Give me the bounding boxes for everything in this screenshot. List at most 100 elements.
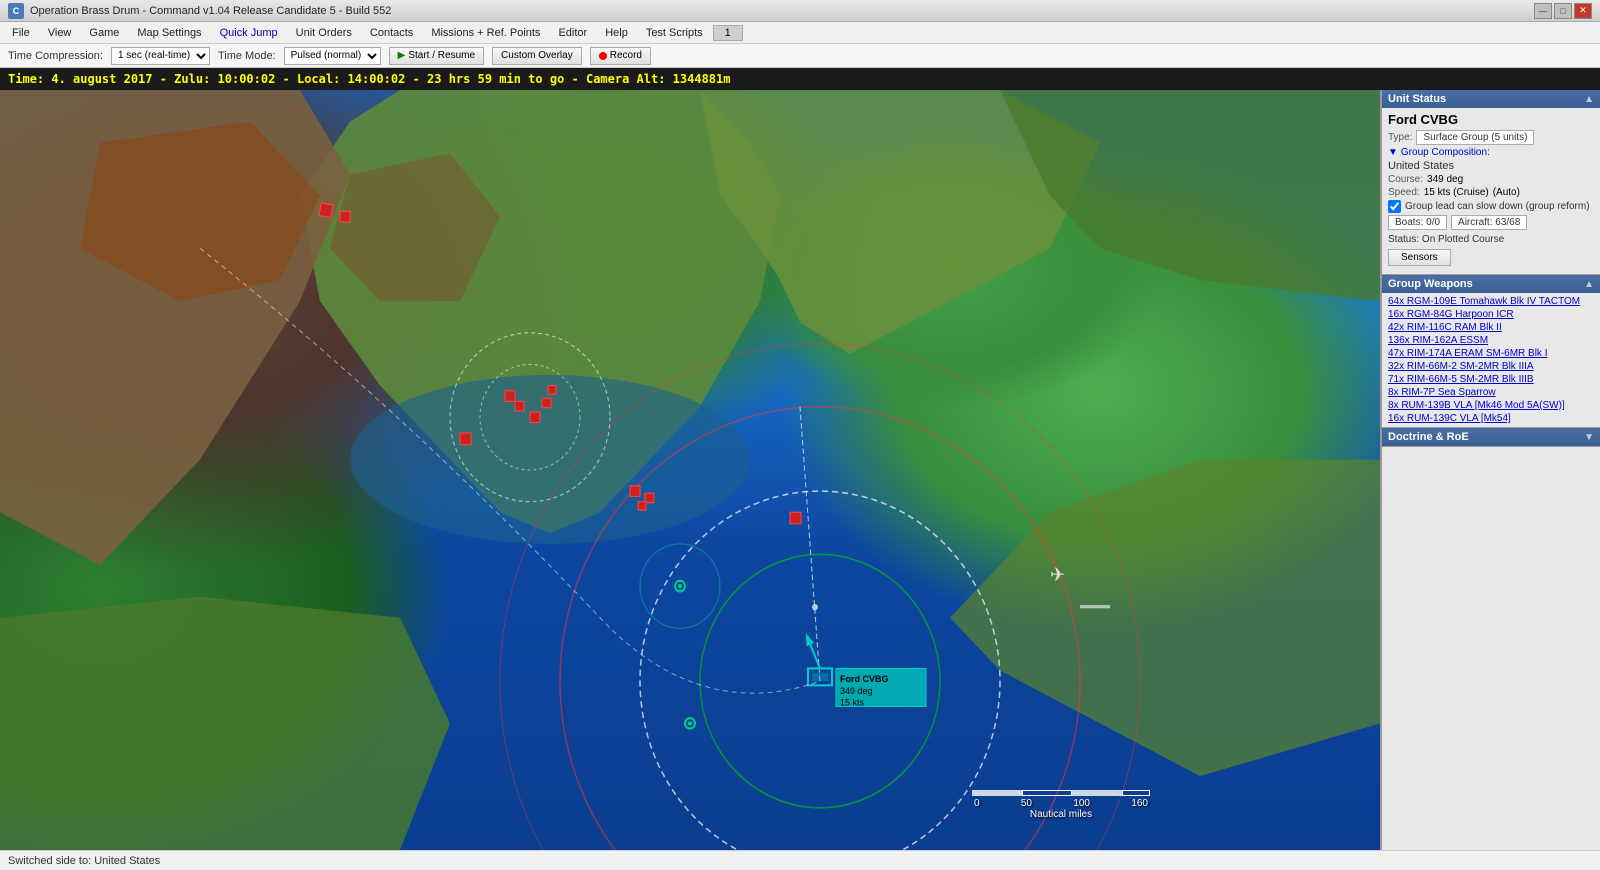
unit-status-section: Unit Status ▲ Ford CVBG Type: Surface Gr… (1382, 90, 1600, 275)
titlebar: C Operation Brass Drum - Command v1.04 R… (0, 0, 1600, 22)
course-label: Course: (1388, 174, 1423, 185)
svg-text:349 deg: 349 deg (840, 686, 873, 696)
custom-overlay-label: Custom Overlay (501, 50, 573, 61)
weapon-item[interactable]: 136x RIM-162A ESSM (1382, 334, 1600, 347)
stat-boxes: Boats: 0/0 Aircraft: 63/68 (1388, 215, 1594, 230)
menu-contacts[interactable]: Contacts (362, 25, 421, 41)
record-button[interactable]: Record (590, 47, 651, 65)
doctrine-section: Doctrine & RoE ▼ (1382, 428, 1600, 447)
scale-label-160: 160 (1131, 798, 1148, 809)
type-label: Type: (1388, 132, 1412, 143)
group-comp-label: Group Composition: (1401, 147, 1490, 158)
menu-quick-jump[interactable]: Quick Jump (212, 25, 286, 41)
weapon-item[interactable]: 71x RIM-66M-5 SM-2MR Blk IIIB (1382, 373, 1600, 386)
group-reform-checkbox[interactable] (1388, 200, 1401, 213)
main-area: ✈ Ford CVBG 349 deg 15 kts (0, 90, 1600, 850)
menu-game[interactable]: Game (81, 25, 127, 41)
bottom-status-bar: Switched side to: United States (0, 850, 1600, 870)
menu-help[interactable]: Help (597, 25, 636, 41)
scale-label-50: 50 (1021, 798, 1032, 809)
custom-overlay-button[interactable]: Custom Overlay (492, 47, 582, 65)
titlebar-left: C Operation Brass Drum - Command v1.04 R… (8, 3, 391, 19)
menu-test-scripts[interactable]: Test Scripts (638, 25, 711, 41)
weapon-item[interactable]: 47x RIM-174A ERAM SM-6MR Blk I (1382, 347, 1600, 360)
sensors-button[interactable]: Sensors (1388, 249, 1451, 266)
course-value: 349 deg (1427, 174, 1463, 185)
group-comp-toggle[interactable]: ▼ Group Composition: (1388, 147, 1594, 158)
svg-text:✈: ✈ (1050, 563, 1065, 585)
minimize-button[interactable]: — (1534, 3, 1552, 19)
app-icon: C (8, 3, 24, 19)
close-button[interactable]: ✕ (1574, 3, 1592, 19)
play-icon: ▶ (398, 50, 406, 61)
maximize-button[interactable]: □ (1554, 3, 1572, 19)
country-label: United States (1388, 160, 1594, 172)
doctrine-collapse-icon[interactable]: ▼ (1584, 432, 1594, 443)
auto-label: (Auto) (1493, 187, 1520, 198)
record-label: Record (610, 50, 642, 61)
menu-view[interactable]: View (40, 25, 80, 41)
bottom-status-text: Switched side to: United States (8, 855, 160, 867)
svg-text:15 kts: 15 kts (840, 697, 864, 707)
status-label: Status: (1388, 234, 1419, 245)
speed-row: Speed: 15 kts (Cruise) (Auto) (1388, 187, 1594, 198)
menu-missions[interactable]: Missions + Ref. Points (423, 25, 548, 41)
unit-status-header: Unit Status ▲ (1382, 90, 1600, 108)
scale-label-0: 0 (974, 798, 980, 809)
time-status-bar: Time: 4. august 2017 - Zulu: 10:00:02 - … (0, 68, 1600, 90)
doctrine-header: Doctrine & RoE ▼ (1382, 428, 1600, 446)
group-reform-row: Group lead can slow down (group reform) (1388, 200, 1594, 213)
group-weapons-section: Group Weapons ▲ 64x RGM-109E Tomahawk Bl… (1382, 275, 1600, 428)
group-weapons-title: Group Weapons (1388, 278, 1473, 290)
type-value: Surface Group (5 units) (1416, 130, 1534, 145)
unit-status-title: Unit Status (1388, 93, 1446, 105)
doctrine-title: Doctrine & RoE (1388, 431, 1469, 443)
weapon-item[interactable]: 32x RIM-66M-2 SM-2MR Blk IIIA (1382, 360, 1600, 373)
group-reform-label: Group lead can slow down (group reform) (1405, 201, 1590, 212)
start-resume-button[interactable]: ▶ Start / Resume (389, 47, 484, 65)
right-panel: Unit Status ▲ Ford CVBG Type: Surface Gr… (1380, 90, 1600, 850)
weapon-item[interactable]: 64x RGM-109E Tomahawk Blk IV TACTOM (1382, 295, 1600, 308)
weapon-item[interactable]: 42x RIM-116C RAM Blk II (1382, 321, 1600, 334)
weapon-item[interactable]: 8x RIM-7P Sea Sparrow (1382, 386, 1600, 399)
unit-name: Ford CVBG (1388, 112, 1594, 127)
time-compression-label: Time Compression: (8, 50, 103, 62)
record-icon (599, 52, 607, 60)
status-text: Status: On Plotted Course (1388, 234, 1594, 245)
map-svg-overlay: ✈ Ford CVBG 349 deg 15 kts (0, 90, 1380, 850)
menu-map-settings[interactable]: Map Settings (129, 25, 209, 41)
group-weapons-collapse-icon[interactable]: ▲ (1584, 279, 1594, 290)
start-resume-label: Start / Resume (408, 50, 475, 61)
svg-text:Ford CVBG: Ford CVBG (840, 674, 888, 684)
menu-unit-orders[interactable]: Unit Orders (288, 25, 360, 41)
aircraft-stat: Aircraft: 63/68 (1451, 215, 1527, 230)
course-row: Course: 349 deg (1388, 174, 1594, 185)
window-title: Operation Brass Drum - Command v1.04 Rel… (30, 5, 391, 17)
speed-value: 15 kts (Cruise) (1424, 187, 1489, 198)
menu-file[interactable]: File (4, 25, 38, 41)
boats-stat: Boats: 0/0 (1388, 215, 1447, 230)
scale-bar: 0 50 100 160 Nautical miles (972, 790, 1150, 820)
weapons-list: 64x RGM-109E Tomahawk Blk IV TACTOM16x R… (1382, 293, 1600, 427)
time-status-text: Time: 4. august 2017 - Zulu: 10:00:02 - … (8, 72, 730, 86)
unit-status-collapse-icon[interactable]: ▲ (1584, 94, 1594, 105)
scale-label-100: 100 (1073, 798, 1090, 809)
group-weapons-header: Group Weapons ▲ (1382, 275, 1600, 293)
weapon-item[interactable]: 16x RUM-139C VLA [Mk54] (1382, 412, 1600, 425)
tab-indicator[interactable]: 1 (713, 25, 743, 41)
status-value: On Plotted Course (1422, 234, 1504, 245)
scale-unit-label: Nautical miles (972, 809, 1150, 820)
weapon-item[interactable]: 16x RGM-84G Harpoon ICR (1382, 308, 1600, 321)
toolbar: Time Compression: 1 sec (real-time) Time… (0, 44, 1600, 68)
map-area[interactable]: ✈ Ford CVBG 349 deg 15 kts (0, 90, 1380, 850)
titlebar-controls: — □ ✕ (1534, 3, 1592, 19)
type-row: Type: Surface Group (5 units) (1388, 130, 1594, 145)
speed-label: Speed: (1388, 187, 1420, 198)
weapon-item[interactable]: 8x RUM-139B VLA [Mk46 Mod 5A(SW)] (1382, 399, 1600, 412)
time-mode-select[interactable]: Pulsed (normal) (284, 47, 381, 65)
menu-editor[interactable]: Editor (550, 25, 595, 41)
group-comp-arrow: ▼ (1388, 147, 1398, 158)
time-compression-select[interactable]: 1 sec (real-time) (111, 47, 210, 65)
unit-status-content: Ford CVBG Type: Surface Group (5 units) … (1382, 108, 1600, 274)
time-mode-label: Time Mode: (218, 50, 276, 62)
